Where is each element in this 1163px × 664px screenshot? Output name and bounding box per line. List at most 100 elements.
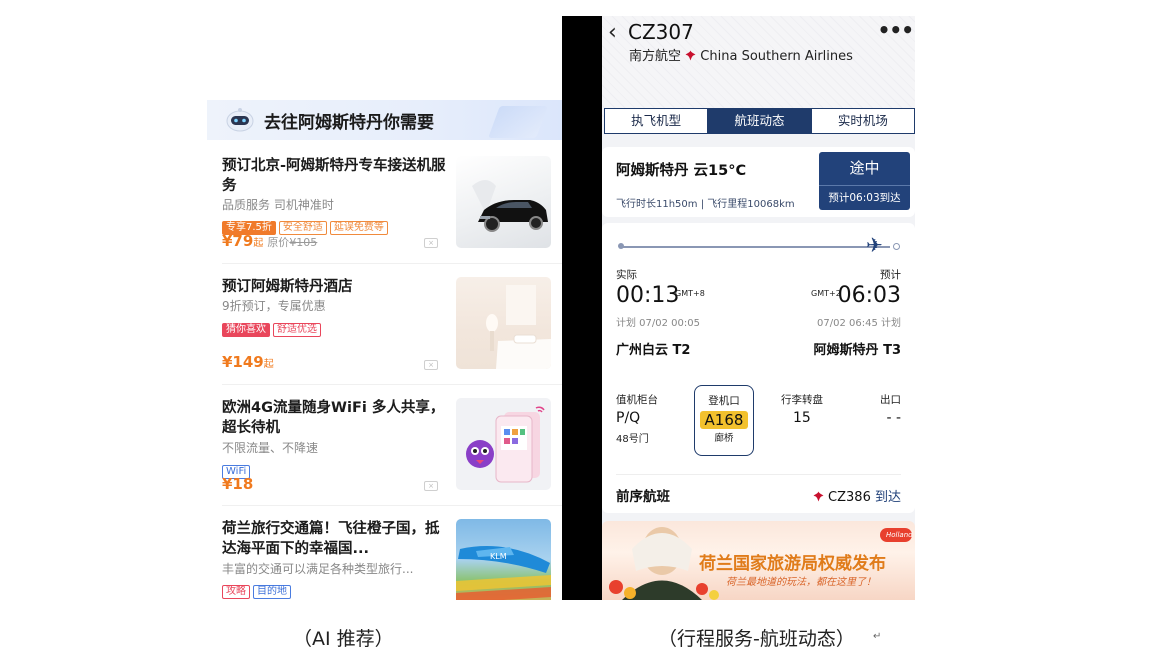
- dep-scheduled: 计划 07/02 00:05: [616, 318, 700, 329]
- gate-code: A168: [699, 411, 749, 429]
- ai-recommend-panel: 去往阿姆斯特丹你需要 预订北京-阿姆斯特丹专车接送机服务 品质服务 司机神准时 …: [207, 100, 562, 600]
- recommend-item-transfer[interactable]: 预订北京-阿姆斯特丹专车接送机服务 品质服务 司机神准时 专享7.5折 安全舒适延…: [207, 142, 562, 263]
- flight-detail-card: ✈ 实际 预计 00:13 GMT+8 GMT+2 06:03 计划 07/02…: [602, 223, 915, 513]
- status-badge[interactable]: 途中: [819, 152, 910, 186]
- baggage-label: 行李转盘: [781, 394, 823, 406]
- prev-flight-number: CZ386: [828, 490, 871, 505]
- more-icon[interactable]: •••: [878, 18, 914, 42]
- exit-value: - -: [886, 410, 901, 426]
- holland-banner[interactable]: Holland 荷兰国家旅游局权威发布 荷兰最地道的玩法，都在这里了！: [602, 521, 915, 600]
- car-thumbnail: [456, 156, 551, 248]
- tab-flight-status[interactable]: 航班动态: [708, 109, 812, 133]
- item-price: ¥149起: [222, 353, 274, 371]
- old-price-value: ¥105: [289, 236, 318, 249]
- banner-subtitle: 荷兰最地道的玩法，都在这里了！: [726, 577, 876, 588]
- banner-title: 荷兰国家旅游局权威发布: [699, 554, 886, 574]
- price-value: ¥79: [222, 232, 254, 250]
- dismiss-icon[interactable]: ×: [424, 481, 438, 491]
- dep-gmt: GMT+8: [675, 289, 705, 298]
- gate-label: 登机口: [708, 395, 740, 407]
- recommend-item-hotel[interactable]: 预订阿姆斯特丹酒店 9折预订，专属优惠 猜你喜欢 舒适优选 ¥149起 ×: [207, 263, 562, 384]
- tag: 目的地: [253, 585, 291, 599]
- back-arrow-icon[interactable]: ‹: [608, 20, 617, 45]
- item-title: 荷兰旅行交通篇！飞往橙子国，抵达海平面下的幸福国...: [222, 521, 440, 557]
- item-title: 预订北京-阿姆斯特丹专车接送机服务: [222, 158, 446, 194]
- header-decoration: [488, 106, 548, 138]
- ai-header: 去往阿姆斯特丹你需要: [207, 100, 562, 140]
- right-caption: （行程服务-航班动态）: [658, 628, 855, 650]
- old-price: 原价¥105: [267, 236, 317, 249]
- hotel-thumbnail: [456, 277, 551, 369]
- hotel-room-icon: [486, 285, 551, 369]
- dep-airport: 广州白云 T2: [616, 343, 691, 358]
- price-suffix: 起: [253, 238, 264, 249]
- airline-logo-icon: [685, 50, 696, 61]
- item-tags: 猜你喜欢 舒适优选: [222, 317, 324, 337]
- wifi-device-icon: [466, 406, 545, 483]
- airline-name: 南方航空 China Southern Airlines: [629, 45, 853, 64]
- ai-header-title: 去往阿姆斯特丹你需要: [264, 113, 434, 133]
- item-subtitle: 不限流量、不降速: [222, 441, 319, 455]
- airline-en: China Southern Airlines: [700, 49, 853, 64]
- arr-scheduled: 07/02 06:45 计划: [817, 318, 901, 329]
- item-title: 预订阿姆斯特丹酒店: [222, 279, 353, 295]
- arr-airport: 阿姆斯特丹 T3: [813, 343, 901, 358]
- klm-thumbnail: KLM: [456, 519, 551, 600]
- item-price: ¥18: [222, 475, 253, 493]
- tag: 猜你喜欢: [222, 323, 270, 337]
- left-caption: （AI 推荐）: [293, 628, 394, 650]
- airplane-photo: KLM: [456, 546, 551, 600]
- dep-time-label: 实际: [616, 269, 637, 281]
- robot-assistant-icon: [226, 108, 254, 132]
- prev-flight-label: 前序航班: [616, 489, 670, 505]
- baggage-value: 15: [793, 410, 811, 426]
- arr-gmt: GMT+2: [811, 289, 841, 298]
- price-value: ¥18: [222, 475, 254, 493]
- checkin-label: 值机柜台: [616, 394, 658, 406]
- eta-label: 预计06:03到达: [819, 185, 910, 210]
- destination-card: 阿姆斯特丹 云15°C 飞行时长11h50m | 飞行里程10068km 途中 …: [602, 147, 915, 217]
- wifi-thumbnail: [456, 398, 551, 490]
- recommend-item-article[interactable]: 荷兰旅行交通篇！飞往橙子国，抵达海平面下的幸福国... 丰富的交通可以满足各种类…: [207, 505, 562, 600]
- old-price-label: 原价: [267, 236, 290, 249]
- item-subtitle: 丰富的交通可以满足各种类型旅行...: [222, 562, 414, 576]
- dismiss-icon[interactable]: ×: [424, 238, 438, 248]
- plane-icon: ✈: [866, 233, 883, 257]
- destination-weather: 阿姆斯特丹 云15°C: [616, 163, 747, 179]
- tab-aircraft-type[interactable]: 执飞机型: [605, 109, 709, 133]
- tag: 舒适优选: [273, 323, 321, 337]
- checkin-gate: 48号门: [616, 434, 649, 445]
- checkin-value: P/Q: [616, 410, 641, 426]
- flight-number: CZ307: [628, 20, 694, 44]
- airline-cn: 南方航空: [629, 49, 682, 64]
- dep-time: 00:13: [616, 283, 680, 308]
- tab-live-airport[interactable]: 实时机场: [812, 109, 914, 133]
- price-suffix: 起: [263, 359, 274, 370]
- black-bar: [562, 16, 602, 600]
- klm-logo: KLM: [490, 552, 507, 561]
- boarding-gate-box[interactable]: 登机口 A168 廊桥: [694, 385, 754, 456]
- arr-time: 06:03: [837, 283, 901, 308]
- prev-flight-status: 到达: [874, 490, 901, 505]
- car-icon: [472, 180, 548, 232]
- divider: [616, 474, 901, 475]
- tab-bar: 执飞机型 航班动态 实时机场: [604, 108, 915, 134]
- arr-time-label: 预计: [880, 269, 901, 281]
- holland-brand-logo: Holland: [886, 531, 913, 539]
- tag: 攻略: [222, 585, 250, 599]
- item-subtitle: 品质服务 司机神准时: [222, 198, 334, 212]
- origin-dot: [618, 243, 624, 249]
- prev-flight-link[interactable]: CZ386 到达: [813, 486, 901, 505]
- tag: 延误免费等: [329, 221, 388, 235]
- recommend-item-wifi[interactable]: 欧洲4G流量随身WiFi 多人共享，超长待机 不限流量、不降速 WiFi ¥18…: [207, 384, 562, 505]
- gate-sub: 廊桥: [714, 433, 734, 444]
- item-tags: 攻略 目的地: [222, 579, 294, 599]
- exit-label: 出口: [880, 394, 901, 406]
- dismiss-icon[interactable]: ×: [424, 360, 438, 370]
- flight-meta: 飞行时长11h50m | 飞行里程10068km: [616, 199, 795, 210]
- progress-track: [620, 246, 890, 248]
- airline-logo-icon: [813, 491, 824, 502]
- flight-status-panel: ‹ CZ307 南方航空 China Southern Airlines •••…: [602, 16, 915, 600]
- item-subtitle: 9折预订，专属优惠: [222, 299, 326, 313]
- destination-dot: [893, 243, 900, 250]
